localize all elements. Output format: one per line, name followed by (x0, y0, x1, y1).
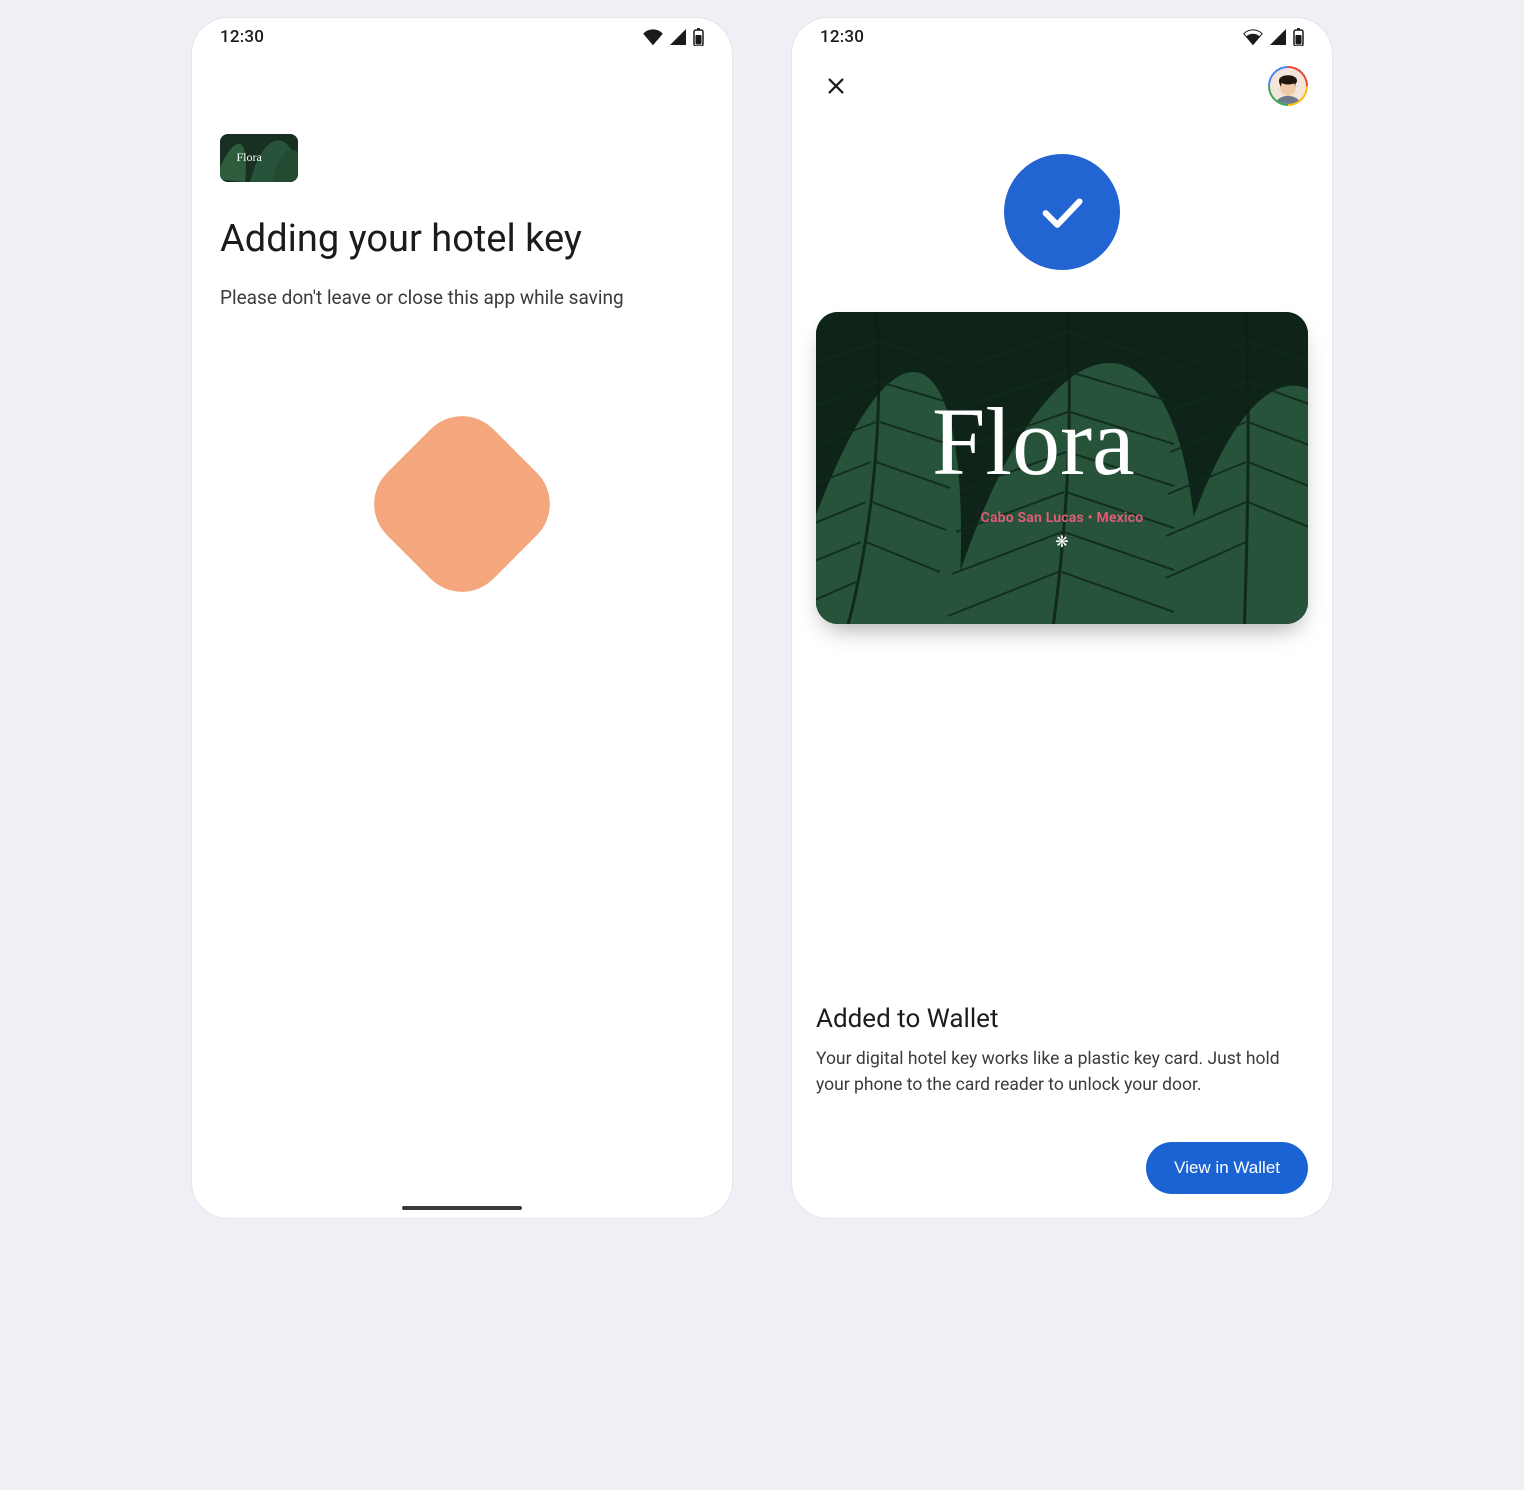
brand-thumbnail: Flora (220, 134, 298, 182)
brand-logo: Flora (912, 386, 1212, 506)
status-bar: 12:30 (192, 18, 732, 52)
loading-indicator (356, 398, 568, 610)
snowflake-icon: ❋ (1055, 532, 1068, 551)
card-location: Cabo San Lucas • Mexico (981, 510, 1144, 526)
battery-icon (693, 28, 704, 46)
view-in-wallet-button[interactable]: View in Wallet (1146, 1142, 1308, 1194)
result-title: Added to Wallet (816, 1004, 1308, 1034)
close-icon (825, 75, 847, 97)
wifi-icon (643, 29, 663, 45)
close-button[interactable] (816, 66, 856, 106)
phone-added: 12:30 (792, 18, 1332, 1218)
status-time: 12:30 (820, 27, 864, 47)
svg-text:Flora: Flora (932, 388, 1135, 495)
battery-icon (1293, 28, 1304, 46)
cellular-icon (1269, 29, 1287, 45)
cellular-icon (669, 29, 687, 45)
hotel-key-card[interactable]: Flora Cabo San Lucas • Mexico ❋ (816, 312, 1308, 624)
result-body: Your digital hotel key works like a plas… (816, 1046, 1308, 1099)
status-bar: 12:30 (792, 18, 1332, 52)
phone-adding: 12:30 Flora Adding your hotel key Please… (192, 18, 732, 1218)
svg-text:Flora: Flora (236, 150, 262, 164)
wifi-icon (1243, 29, 1263, 45)
brand-logo-small: Flora (235, 148, 283, 168)
status-icons (643, 28, 704, 46)
home-indicator[interactable] (402, 1206, 522, 1210)
status-time: 12:30 (220, 27, 264, 47)
success-indicator (1004, 154, 1120, 270)
checkmark-icon (1034, 184, 1090, 240)
profile-avatar[interactable] (1268, 66, 1308, 106)
status-icons (1243, 28, 1304, 46)
page-subtitle: Please don't leave or close this app whi… (220, 286, 704, 309)
avatar-image (1270, 68, 1306, 104)
page-title: Adding your hotel key (220, 218, 704, 262)
